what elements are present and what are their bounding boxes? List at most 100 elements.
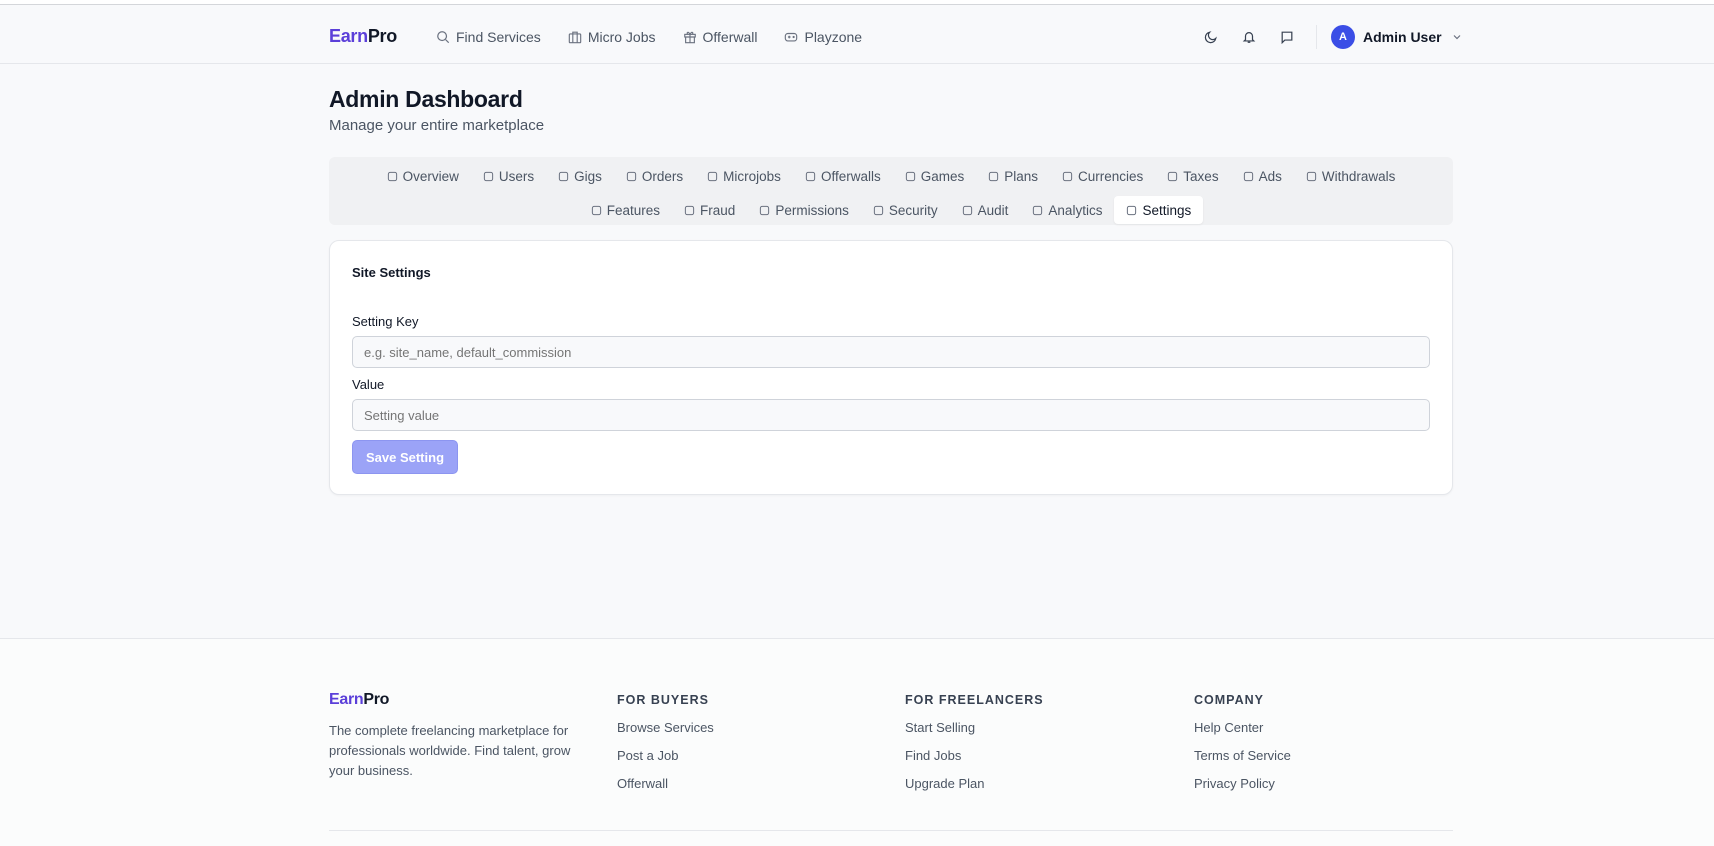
divider <box>1316 25 1317 49</box>
nav-find-services[interactable]: Find Services <box>436 29 541 45</box>
theme-toggle-button[interactable] <box>1192 23 1230 51</box>
tab-analytics[interactable]: Analytics <box>1020 196 1114 224</box>
tab-plans[interactable]: Plans <box>976 162 1050 190</box>
brand-logo[interactable]: EarnPro <box>329 26 397 47</box>
search-icon <box>437 31 450 44</box>
target-icon <box>708 171 718 181</box>
footer-link[interactable]: Browse Services <box>617 720 714 735</box>
tab-label: Audit <box>977 202 1009 218</box>
megaphone-icon <box>1243 171 1253 181</box>
shield-icon <box>873 205 883 215</box>
footer-link[interactable]: Privacy Policy <box>1194 776 1291 791</box>
receipt-icon <box>1168 171 1178 181</box>
gamepad-icon <box>785 32 798 42</box>
tab-games[interactable]: Games <box>893 162 977 190</box>
tab-label: Gigs <box>574 168 602 184</box>
footer-description: The complete freelancing marketplace for… <box>329 723 571 778</box>
bell-icon <box>1242 32 1256 43</box>
briefcase-icon <box>559 171 569 181</box>
value-label: Value <box>352 377 385 392</box>
tab-currencies[interactable]: Currencies <box>1050 162 1155 190</box>
setting-key-input[interactable] <box>352 336 1430 368</box>
nav-offerwall[interactable]: Offerwall <box>683 29 757 45</box>
tab-security[interactable]: Security <box>861 196 950 224</box>
file-icon <box>962 205 972 215</box>
footer-col-company: COMPANY Help Center Terms of Service Pri… <box>1194 691 1291 791</box>
footer-divider <box>329 830 1453 831</box>
tab-label: Settings <box>1142 202 1192 218</box>
lock-icon <box>760 205 770 215</box>
tab-label: Microjobs <box>723 168 781 184</box>
tab-label: Offerwalls <box>820 168 881 184</box>
card-title: Site Settings <box>352 265 431 280</box>
tab-taxes[interactable]: Taxes <box>1155 162 1230 190</box>
footer-link[interactable]: Start Selling <box>905 720 1044 735</box>
tab-label: Ads <box>1258 168 1282 184</box>
nav-playzone[interactable]: Playzone <box>784 29 862 45</box>
nav-micro-jobs[interactable]: Micro Jobs <box>568 29 656 45</box>
tab-label: Overview <box>402 168 459 184</box>
moon-icon <box>1204 31 1217 44</box>
tab-gigs[interactable]: Gigs <box>546 162 614 190</box>
gift-icon <box>683 31 696 44</box>
tab-label: Orders <box>641 168 684 184</box>
tab-offerwalls[interactable]: Offerwalls <box>793 162 893 190</box>
page-subtitle: Manage your entire marketplace <box>329 117 545 134</box>
tab-fraud[interactable]: Fraud <box>672 196 747 224</box>
tab-label: Currencies <box>1078 168 1144 184</box>
footer-link[interactable]: Post a Job <box>617 748 714 763</box>
page-title: Admin Dashboard <box>329 86 523 112</box>
tab-permissions[interactable]: Permissions <box>747 196 861 224</box>
crown-icon <box>989 171 999 181</box>
user-name: Admin User <box>1363 29 1442 45</box>
tab-label: Features <box>606 202 661 218</box>
tab-label: Permissions <box>775 202 849 218</box>
messages-button[interactable] <box>1268 23 1306 51</box>
site-settings-card: Site Settings Setting Key Value Save Set… <box>329 240 1453 495</box>
tab-withdrawals[interactable]: Withdrawals <box>1294 162 1408 190</box>
tab-users[interactable]: Users <box>471 162 546 190</box>
tab-label: Games <box>920 168 965 184</box>
footer-heading: FOR FREELANCERS <box>905 693 1044 707</box>
tab-features[interactable]: Features <box>579 196 672 224</box>
footer-link[interactable]: Find Jobs <box>905 748 1044 763</box>
footer-col-buyers: FOR BUYERS Browse Services Post a Job Of… <box>617 691 714 791</box>
tab-label: Security <box>888 202 938 218</box>
footer-col-freelancers: FOR FREELANCERS Start Selling Find Jobs … <box>905 691 1044 791</box>
gift-icon <box>805 171 816 181</box>
gamepad-icon <box>905 171 915 181</box>
wallet-icon <box>1306 171 1316 181</box>
message-icon <box>1281 31 1293 44</box>
setting-value-input[interactable] <box>352 399 1430 431</box>
tab-settings[interactable]: Settings <box>1114 196 1204 224</box>
footer-logo: EarnPro <box>329 691 390 708</box>
footer-link[interactable]: Offerwall <box>617 776 714 791</box>
tab-audit[interactable]: Audit <box>950 196 1021 224</box>
trend-icon <box>1033 205 1043 215</box>
admin-tabs: Overview Users Gigs Orders Microjobs Offerwal… <box>329 157 1453 225</box>
tab-label: Plans <box>1004 168 1039 184</box>
tab-label: Users <box>498 168 535 184</box>
user-menu[interactable]: A Admin User <box>1331 25 1462 49</box>
tab-orders[interactable]: Orders <box>614 162 695 190</box>
gear-icon <box>1127 205 1137 215</box>
footer: EarnPro The complete freelancing marketp… <box>0 638 1714 846</box>
notifications-button[interactable] <box>1230 23 1268 51</box>
tab-label: Taxes <box>1183 168 1219 184</box>
briefcase-icon <box>568 31 582 44</box>
tab-overview[interactable]: Overview <box>375 162 471 190</box>
globe-icon <box>1062 171 1073 181</box>
tab-label: Fraud <box>700 202 736 218</box>
cart-icon <box>626 171 637 181</box>
save-setting-button[interactable]: Save Setting <box>352 440 458 474</box>
chart-icon <box>387 171 397 181</box>
footer-link[interactable]: Terms of Service <box>1194 748 1291 763</box>
tab-microjobs[interactable]: Microjobs <box>695 162 793 190</box>
footer-heading: COMPANY <box>1194 693 1264 707</box>
chevron-down-icon <box>1453 35 1461 40</box>
setting-key-label: Setting Key <box>352 314 419 329</box>
footer-link[interactable]: Help Center <box>1194 720 1291 735</box>
tab-ads[interactable]: Ads <box>1231 162 1294 190</box>
footer-link[interactable]: Upgrade Plan <box>905 776 1044 791</box>
tab-label: Withdrawals <box>1321 168 1396 184</box>
